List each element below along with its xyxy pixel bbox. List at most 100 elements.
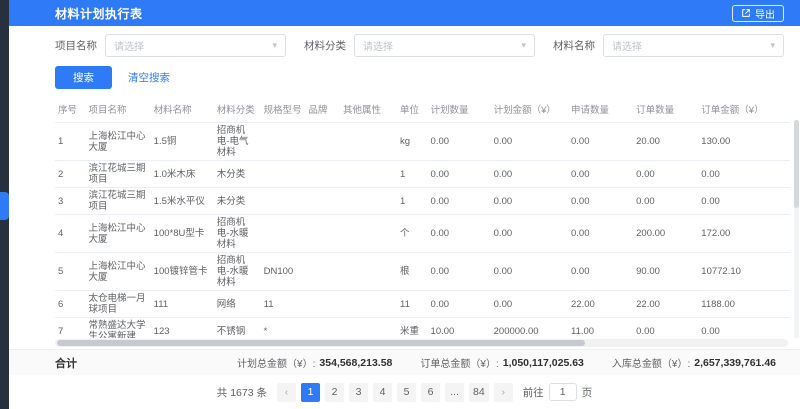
column-header: 单位 — [397, 96, 428, 123]
table-cell: 0.00 — [633, 161, 698, 188]
table-cell — [261, 188, 306, 215]
filter-label: 项目名称 — [55, 38, 97, 53]
filter-group-2: 材料分类请选择▾ — [304, 34, 535, 57]
page-button-84[interactable]: 84 — [469, 383, 489, 402]
table-cell: 172.00 — [698, 215, 790, 253]
page-button-6[interactable]: 6 — [421, 383, 440, 402]
column-header: 品牌 — [305, 96, 340, 123]
table-cell: 上海松江中心大厦 — [86, 123, 151, 161]
vertical-scrollbar[interactable] — [794, 120, 799, 338]
table-row: 6太仓电梯一月球项目111网络11110.000.0022.0022.00118… — [55, 291, 790, 318]
sidebar-expand-handle[interactable] — [0, 192, 9, 220]
page-button-3[interactable]: 3 — [349, 383, 368, 402]
table-cell — [261, 123, 306, 161]
goto-label-prefix: 前往 — [523, 385, 544, 400]
goto-page-input[interactable] — [549, 383, 577, 401]
table-row: 3滨江花城三期项目1.5米水平仪未分类10.000.000.000.000.00 — [55, 188, 790, 215]
table-cell: 0.00 — [568, 253, 633, 291]
table-cell: 1 — [397, 188, 428, 215]
pagination: 共 1673 条 ‹ 123456... 84 › 前往 页 — [9, 375, 800, 409]
table-cell: 0.00 — [568, 215, 633, 253]
filter-label: 材料名称 — [553, 38, 595, 53]
collapsed-sidebar — [0, 0, 9, 409]
table-cell: 100镀锌管卡 — [151, 253, 214, 291]
chevron-down-icon: ▾ — [770, 41, 775, 50]
table-header: 序号项目名称材料名称材料分类规格型号品牌其他属性单位计划数量计划金额（¥）申请数… — [55, 96, 790, 123]
table-cell: 0.00 — [633, 188, 698, 215]
page-button-1[interactable]: 1 — [301, 383, 320, 402]
pagination-pages: ‹ 123456... 84 › — [277, 383, 513, 402]
table-cell — [340, 161, 397, 188]
table-cell: 根 — [397, 253, 428, 291]
table-cell: 20.00 — [633, 123, 698, 161]
table-cell: kg — [397, 123, 428, 161]
table-cell — [305, 123, 340, 161]
prev-page-button[interactable]: ‹ — [277, 383, 296, 402]
table-cell — [305, 291, 340, 318]
table-area: 序号项目名称材料名称材料分类规格型号品牌其他属性单位计划数量计划金额（¥）申请数… — [9, 96, 800, 338]
search-button[interactable]: 搜索 — [55, 66, 112, 89]
table-cell: 11 — [397, 291, 428, 318]
table-cell: 上海松江中心大厦 — [86, 215, 151, 253]
table-cell: 1.5铜 — [151, 123, 214, 161]
filter-select[interactable]: 请选择▾ — [354, 34, 535, 57]
summary-row: 合计 计划总金额（¥）:354,568,213.58订单总金额（¥）:1,050… — [9, 349, 800, 375]
goto-label-suffix: 页 — [582, 385, 593, 400]
pagination-total: 共 1673 条 — [217, 385, 267, 400]
next-page-button[interactable]: › — [494, 383, 513, 402]
page-button-5[interactable]: 5 — [397, 383, 416, 402]
filter-group-1: 项目名称请选择▾ — [55, 34, 286, 57]
table-cell: 0.00 — [491, 253, 568, 291]
table-row: 1上海松江中心大厦1.5铜招商机电-电气材料kg0.000.000.0020.0… — [55, 123, 790, 161]
table-cell: 0.00 — [491, 291, 568, 318]
horizontal-scrollbar[interactable] — [55, 339, 788, 347]
table-cell — [340, 253, 397, 291]
summary-item-value: 354,568,213.58 — [319, 357, 392, 369]
chevron-down-icon: ▾ — [521, 41, 526, 50]
table-cell: 130.00 — [698, 123, 790, 161]
table-cell: 10772.10 — [698, 253, 790, 291]
table-cell — [261, 161, 306, 188]
summary-item-value: 1,050,117,025.63 — [503, 357, 584, 369]
filter-select[interactable]: 请选择▾ — [603, 34, 784, 57]
summary-item-label: 订单总金额（¥）: — [420, 355, 498, 370]
page-ellipsis[interactable]: ... — [445, 383, 464, 402]
column-header: 材料名称 — [151, 96, 214, 123]
materials-table: 序号项目名称材料名称材料分类规格型号品牌其他属性单位计划数量计划金额（¥）申请数… — [55, 96, 790, 338]
table-cell: 0.00 — [428, 215, 491, 253]
table-cell — [340, 318, 397, 339]
table-cell: 10.00 — [428, 318, 491, 339]
table-cell — [305, 253, 340, 291]
table-cell: 0.00 — [491, 161, 568, 188]
export-button[interactable]: 导出 — [732, 5, 784, 22]
table-cell: 0.00 — [633, 318, 698, 339]
page-button-2[interactable]: 2 — [325, 383, 344, 402]
column-header: 材料分类 — [214, 96, 261, 123]
table-cell: 5 — [55, 253, 86, 291]
clear-search-button[interactable]: 清空搜索 — [128, 70, 170, 85]
table-cell: 招商机电-水暖材料 — [214, 215, 261, 253]
table-cell: 200.00 — [633, 215, 698, 253]
horizontal-scrollbar-thumb[interactable] — [57, 340, 585, 346]
table-cell — [340, 215, 397, 253]
table-cell — [340, 123, 397, 161]
column-header: 计划数量 — [428, 96, 491, 123]
table-cell — [305, 161, 340, 188]
table-cell — [261, 215, 306, 253]
table-cell: 0.00 — [428, 161, 491, 188]
page-header: 材料计划执行表 导出 — [9, 0, 800, 26]
table-cell: 不锈钢 — [214, 318, 261, 339]
pagination-goto: 前往 页 — [523, 383, 593, 401]
table-cell: 11.00 — [568, 318, 633, 339]
page-title: 材料计划执行表 — [55, 5, 143, 22]
page-button-4[interactable]: 4 — [373, 383, 392, 402]
table-cell: 0.00 — [698, 188, 790, 215]
filter-select[interactable]: 请选择▾ — [105, 34, 286, 57]
table-cell: 11 — [261, 291, 306, 318]
table-cell: 3 — [55, 188, 86, 215]
table-cell — [305, 215, 340, 253]
filter-label: 材料分类 — [304, 38, 346, 53]
table-cell: 招商机电-水暖材料 — [214, 253, 261, 291]
table-cell: 常熟盛达大学生公寓新建 — [86, 318, 151, 339]
vertical-scrollbar-thumb[interactable] — [794, 120, 799, 208]
